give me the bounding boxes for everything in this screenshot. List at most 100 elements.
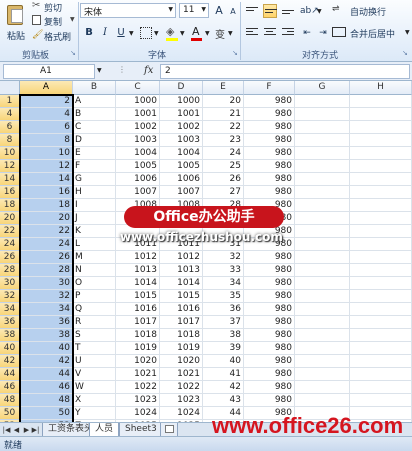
cell-f[interactable]: 980 [244, 160, 295, 173]
cell-f[interactable]: 980 [244, 277, 295, 290]
cell-c[interactable]: 1014 [116, 277, 160, 290]
column-header-c[interactable]: C [116, 81, 160, 95]
cell-e[interactable]: 37 [203, 316, 244, 329]
cell-c[interactable]: 1005 [116, 160, 160, 173]
cell-e[interactable]: 24 [203, 147, 244, 160]
row-header[interactable]: 4 [0, 108, 20, 121]
clipboard-dialog-launcher-icon[interactable]: ↘ [70, 49, 76, 57]
cell-c[interactable]: 1020 [116, 355, 160, 368]
cell-b[interactable]: R [73, 316, 116, 329]
cell-g[interactable] [295, 199, 350, 212]
cell-h[interactable] [350, 251, 412, 264]
align-top-button[interactable] [245, 4, 259, 18]
cell-f[interactable]: 980 [244, 95, 295, 108]
cell-b[interactable]: V [73, 368, 116, 381]
cell-f[interactable]: 980 [244, 186, 295, 199]
cell-g[interactable] [295, 121, 350, 134]
cell-d[interactable]: 1023 [160, 394, 203, 407]
row-header[interactable]: 40 [0, 342, 20, 355]
fill-color-icon[interactable]: ◈ [166, 25, 174, 38]
cell-b[interactable]: X [73, 394, 116, 407]
cell-h[interactable] [350, 355, 412, 368]
cell-a[interactable]: 32 [20, 290, 73, 303]
cell-f[interactable]: 980 [244, 355, 295, 368]
cell-c[interactable]: 1001 [116, 108, 160, 121]
decrease-indent-button[interactable]: ⇤ [300, 26, 314, 40]
cell-d[interactable]: 1016 [160, 303, 203, 316]
cell-d[interactable]: 1006 [160, 173, 203, 186]
cell-d[interactable]: 1005 [160, 160, 203, 173]
phonetic-icon[interactable]: 变 [215, 26, 225, 41]
cell-c[interactable]: 1023 [116, 394, 160, 407]
cell-g[interactable] [295, 277, 350, 290]
cell-f[interactable]: 980 [244, 381, 295, 394]
row-header[interactable]: 46 [0, 381, 20, 394]
cell-c[interactable]: 1007 [116, 186, 160, 199]
paste-button[interactable]: 粘贴 [3, 3, 29, 45]
name-box-dropdown-icon[interactable]: ▼ [97, 67, 102, 74]
cell-b[interactable]: S [73, 329, 116, 342]
row-header[interactable]: 24 [0, 238, 20, 251]
cell-b[interactable]: F [73, 160, 116, 173]
last-sheet-icon[interactable]: ▶| [31, 425, 40, 435]
cell-h[interactable] [350, 394, 412, 407]
cell-g[interactable] [295, 173, 350, 186]
row-header[interactable]: 34 [0, 303, 20, 316]
cell-f[interactable]: 980 [244, 303, 295, 316]
cell-b[interactable]: A [73, 95, 116, 108]
cell-g[interactable] [295, 251, 350, 264]
cell-e[interactable]: 25 [203, 160, 244, 173]
cell-b[interactable]: W [73, 381, 116, 394]
cell-a[interactable]: 22 [20, 225, 73, 238]
font-color-dropdown-icon[interactable]: ▼ [205, 30, 210, 37]
cell-b[interactable]: T [73, 342, 116, 355]
row-header[interactable]: 44 [0, 368, 20, 381]
row-header[interactable]: 30 [0, 277, 20, 290]
cell-h[interactable] [350, 212, 412, 225]
row-header[interactable]: 32 [0, 290, 20, 303]
row-header[interactable]: 12 [0, 160, 20, 173]
borders-icon[interactable] [140, 27, 152, 39]
sheet-tab-personnel[interactable]: 人员 [89, 423, 120, 437]
column-header-f[interactable]: F [244, 81, 295, 95]
copy-dropdown-icon[interactable]: ▼ [70, 16, 75, 23]
cell-c[interactable]: 1022 [116, 381, 160, 394]
cell-f[interactable]: 980 [244, 394, 295, 407]
cell-g[interactable] [295, 264, 350, 277]
cell-e[interactable]: 22 [203, 121, 244, 134]
cell-a[interactable]: 12 [20, 160, 73, 173]
cell-g[interactable] [295, 186, 350, 199]
cell-c[interactable]: 1013 [116, 264, 160, 277]
row-header[interactable]: 38 [0, 329, 20, 342]
cell-a[interactable]: 2 [20, 95, 73, 108]
cell-h[interactable] [350, 342, 412, 355]
row-header[interactable]: 6 [0, 121, 20, 134]
align-right-button[interactable] [281, 26, 295, 40]
cell-e[interactable]: 33 [203, 264, 244, 277]
formula-bar-grip-icon[interactable]: ⋮ [118, 65, 126, 74]
cell-e[interactable]: 40 [203, 355, 244, 368]
cell-a[interactable]: 30 [20, 277, 73, 290]
cell-d[interactable]: 1018 [160, 329, 203, 342]
cell-d[interactable]: 1022 [160, 381, 203, 394]
format-painter-button[interactable]: 🖌 格式刷 [32, 30, 78, 43]
row-header[interactable]: 1 [0, 95, 20, 108]
cell-b[interactable]: K [73, 225, 116, 238]
merge-center-button[interactable]: 合并后居中 ▼ [332, 25, 410, 40]
cell-b[interactable]: B [73, 108, 116, 121]
cell-c[interactable]: 1003 [116, 134, 160, 147]
first-sheet-icon[interactable]: |◀ [2, 425, 11, 435]
cell-c[interactable]: 1006 [116, 173, 160, 186]
row-header[interactable]: 26 [0, 251, 20, 264]
cell-e[interactable]: 27 [203, 186, 244, 199]
cell-f[interactable]: 980 [244, 290, 295, 303]
cell-e[interactable]: 41 [203, 368, 244, 381]
cell-a[interactable]: 24 [20, 238, 73, 251]
cell-b[interactable]: H [73, 186, 116, 199]
cell-e[interactable]: 43 [203, 394, 244, 407]
cell-a[interactable]: 14 [20, 173, 73, 186]
merge-center-dropdown-icon[interactable]: ▼ [405, 29, 410, 36]
cell-b[interactable]: I [73, 199, 116, 212]
copy-button[interactable]: 复制 ▼ [32, 15, 78, 28]
cell-f[interactable]: 980 [244, 147, 295, 160]
